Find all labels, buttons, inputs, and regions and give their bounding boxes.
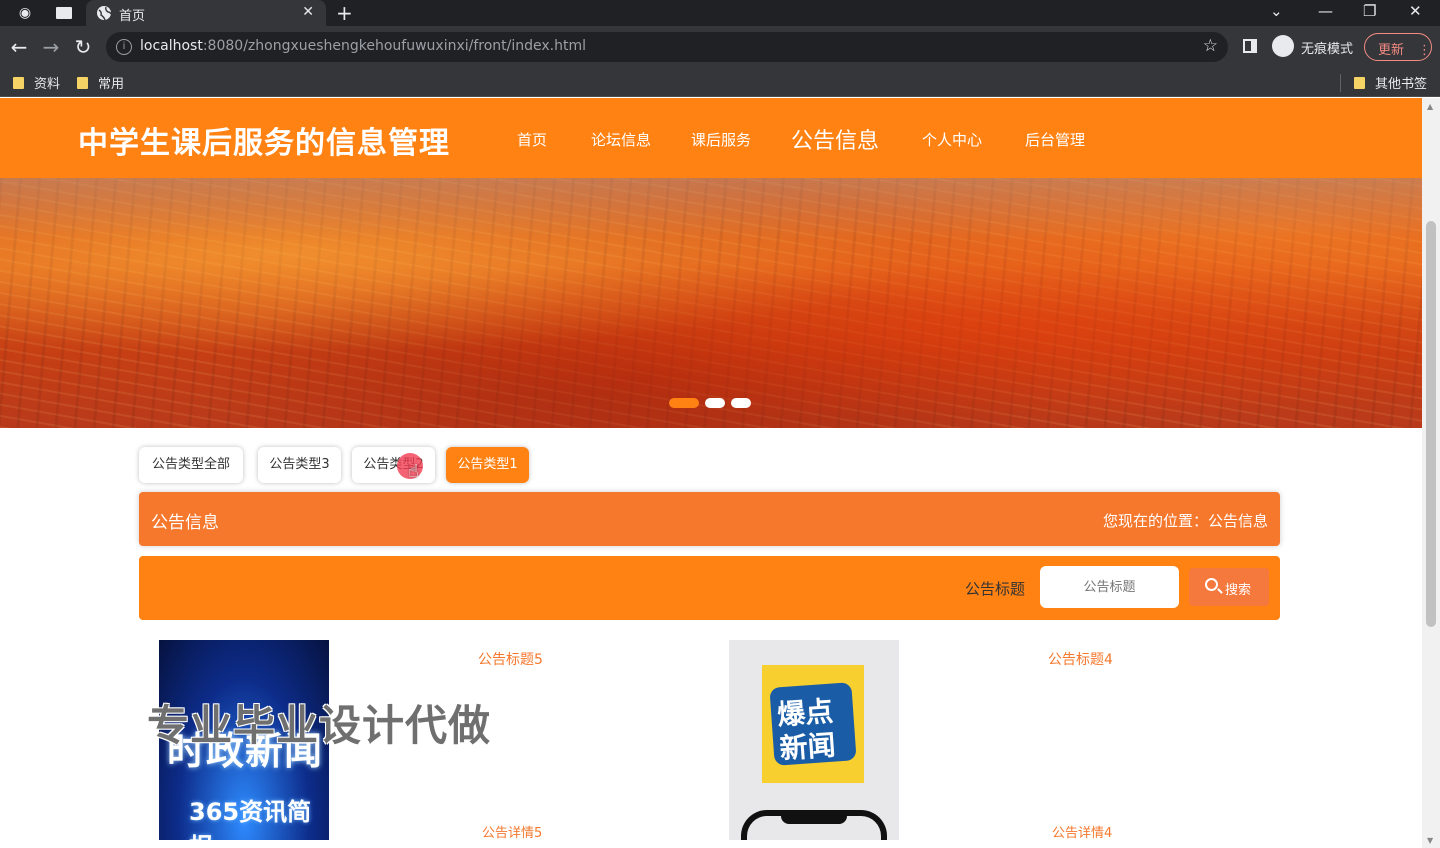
browser-toolbar: ← → ↻ i localhost:8080/zhongxueshengkeho… <box>0 26 1440 68</box>
close-window-icon[interactable]: ✕ <box>1409 2 1422 20</box>
news-title[interactable]: 公告标题5 <box>478 649 543 669</box>
nav-personal-center[interactable]: 个人中心 <box>922 129 982 150</box>
bookmark-star-icon[interactable]: ☆ <box>1203 36 1218 56</box>
news-detail[interactable]: 公告详情5 <box>482 822 542 841</box>
address-bar[interactable]: i localhost:8080/zhongxueshengkehoufuwux… <box>106 32 1228 62</box>
banner-image <box>0 178 1422 238</box>
globe-icon <box>97 6 112 21</box>
type-filter-all[interactable]: 公告类型全部 <box>139 447 243 483</box>
bookmark-folder-changyong[interactable]: 常用 <box>77 73 124 92</box>
search-label: 公告标题 <box>965 580 1026 598</box>
bookmark-separator <box>1340 74 1341 92</box>
type-filter-1[interactable]: 公告类型1 <box>446 447 529 483</box>
breadcrumb: 公告信息 您现在的位置：公告信息 <box>139 492 1280 546</box>
page-title: 公告信息 <box>151 513 219 533</box>
nav-home[interactable]: 首页 <box>517 129 547 150</box>
mouse-cursor-icon: ☝ <box>397 453 423 482</box>
close-tab-icon[interactable]: ✕ <box>302 4 314 20</box>
search-bar: 公告标题 搜索 <box>139 556 1280 620</box>
incognito-label: 无痕模式 <box>1301 42 1354 57</box>
site-title: 中学生课后服务的信息管理 <box>78 126 450 161</box>
browser-menu-icon[interactable]: ◉ <box>16 4 34 22</box>
search-input[interactable] <box>1040 566 1179 608</box>
site-header: 中学生课后服务的信息管理 首页 论坛信息 课后服务 公告信息 个人中心 后台管理 <box>0 98 1422 178</box>
browser-tab-bar: ◉ 首页 ✕ + ⌄ — ❐ ✕ <box>0 0 1440 26</box>
scroll-up-icon[interactable]: ▲ <box>1427 102 1433 111</box>
carousel-dot[interactable] <box>705 398 725 408</box>
scrollbar-thumb[interactable] <box>1426 221 1436 627</box>
side-panel-icon[interactable] <box>1243 39 1257 53</box>
search-button[interactable]: 搜索 <box>1189 568 1269 606</box>
url-text[interactable]: localhost:8080/zhongxueshengkehoufuwuxin… <box>140 38 586 54</box>
nav-admin[interactable]: 后台管理 <box>1025 129 1085 150</box>
web-page: 中学生课后服务的信息管理 首页 论坛信息 课后服务 公告信息 个人中心 后台管理… <box>0 98 1422 848</box>
scroll-down-icon[interactable]: ▼ <box>1427 836 1433 845</box>
update-button[interactable]: 更新 ⋮ <box>1364 33 1432 61</box>
nav-announcements[interactable]: 公告信息 <box>791 123 879 155</box>
bookmark-folder-other[interactable]: 其他书签 <box>1354 73 1427 92</box>
carousel-dot-active[interactable] <box>669 398 699 408</box>
info-icon[interactable]: i <box>116 39 132 55</box>
news-detail[interactable]: 公告详情4 <box>1052 822 1112 841</box>
breadcrumb-location: 您现在的位置：公告信息 <box>1102 512 1268 530</box>
incognito-icon[interactable] <box>1272 35 1294 57</box>
new-tab-icon[interactable]: + <box>336 1 353 25</box>
watermark: 专业毕业设计代做 <box>147 701 492 750</box>
folder-icon <box>1354 77 1365 89</box>
forward-icon[interactable]: → <box>39 35 63 59</box>
minimize-icon[interactable]: — <box>1318 2 1333 20</box>
back-icon[interactable]: ← <box>7 35 31 59</box>
type-filter-3[interactable]: 公告类型3 <box>258 447 341 483</box>
folder-icon <box>13 77 24 89</box>
search-icon <box>1205 578 1218 591</box>
reload-icon[interactable]: ↻ <box>71 35 95 59</box>
carousel-dot[interactable] <box>731 398 751 408</box>
tab-title: 首页 <box>119 9 146 24</box>
bookmark-folder-ziliao[interactable]: 资料 <box>13 73 60 92</box>
folder-icon <box>77 77 88 89</box>
restore-icon[interactable]: ❐ <box>1363 2 1376 20</box>
tab-search-icon[interactable] <box>55 4 73 22</box>
bookmarks-bar: 资料 常用 其他书签 <box>0 68 1440 97</box>
banner-carousel[interactable] <box>0 178 1422 428</box>
nav-forum[interactable]: 论坛信息 <box>591 129 651 150</box>
news-image[interactable]: 爆点 新闻 <box>729 640 899 840</box>
news-title[interactable]: 公告标题4 <box>1048 649 1113 669</box>
scrollbar[interactable]: ▲ ▼ <box>1422 98 1440 848</box>
tab-home[interactable]: 首页 ✕ <box>86 0 326 26</box>
chevron-down-icon[interactable]: ⌄ <box>1270 2 1283 20</box>
nav-after-school[interactable]: 课后服务 <box>691 129 751 150</box>
